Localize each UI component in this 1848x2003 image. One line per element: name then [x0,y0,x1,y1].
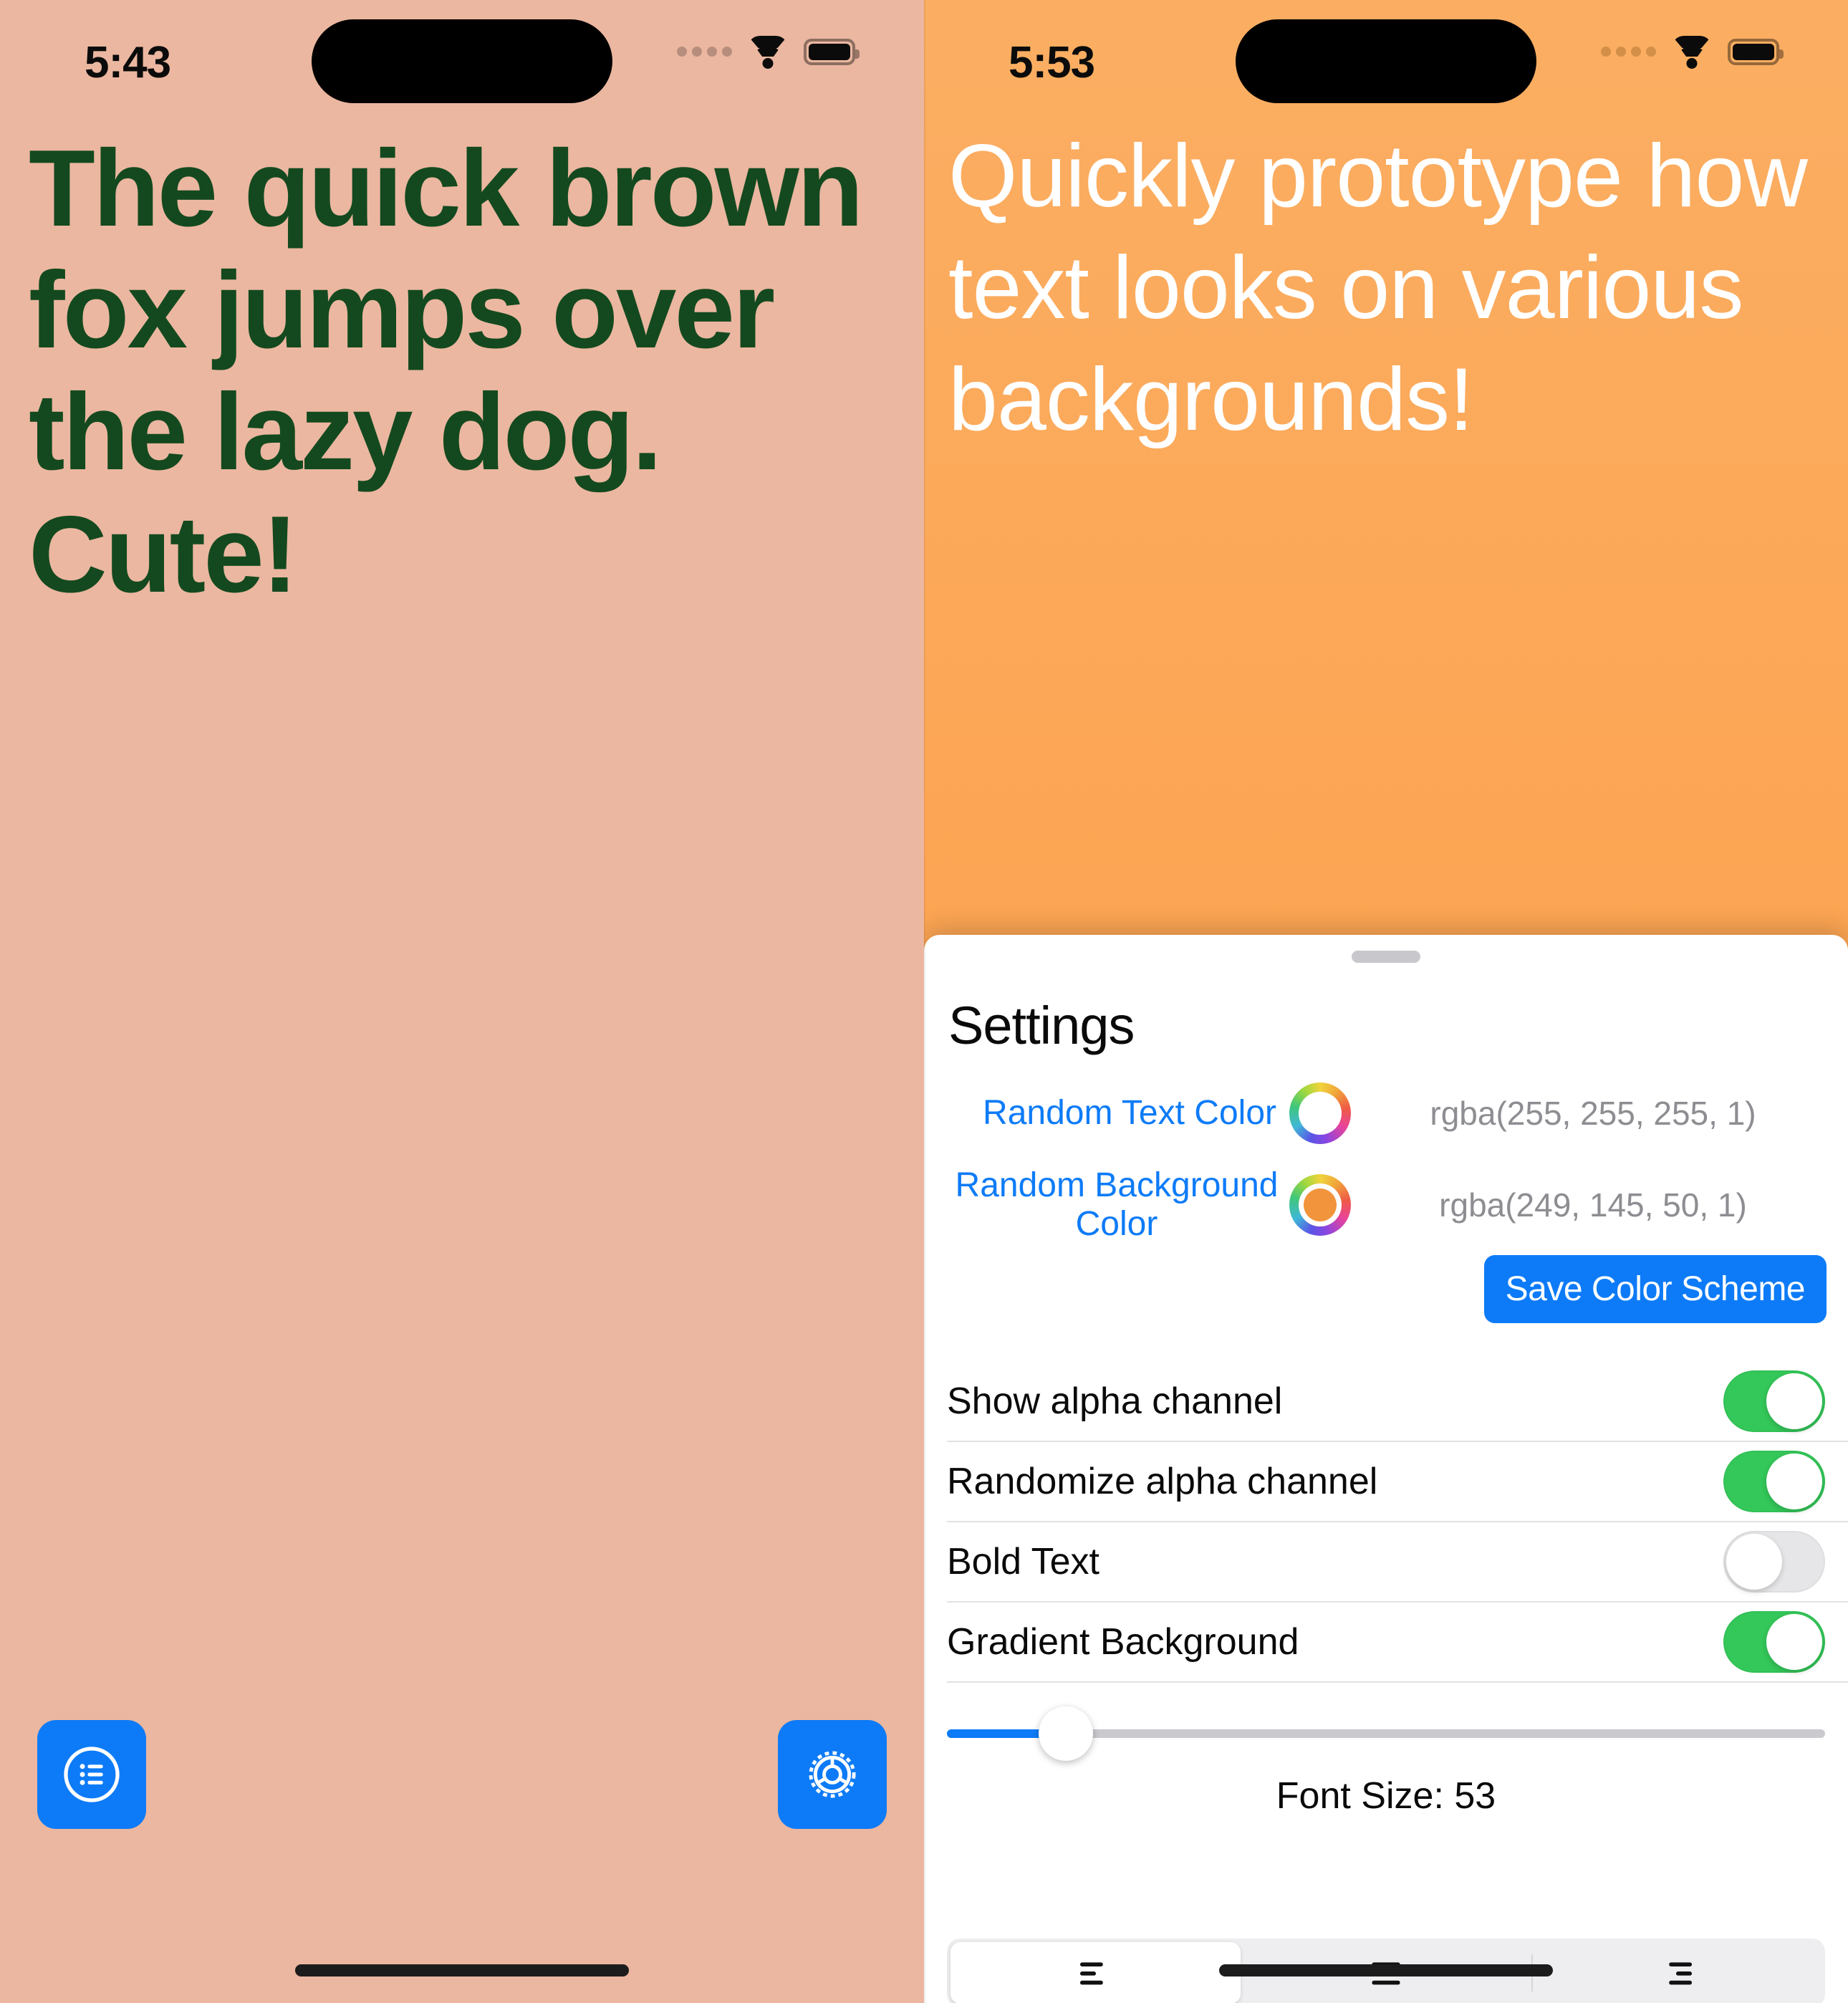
bold-text-toggle[interactable] [1723,1531,1825,1593]
battery-icon [804,38,860,65]
left-phone-screen: 5:43 The quick brown fox jumps over the … [0,0,924,2003]
save-color-scheme-button[interactable]: Save Color Scheme [1483,1255,1827,1323]
random-text-color-row: Random Text Color rgba(255, 255, 255, 1) [924,1067,1848,1159]
home-indicator-left [295,1964,629,1976]
wifi-icon [1672,36,1712,69]
toggle-label: Bold Text [947,1541,1099,1582]
page-title: Settings [948,996,1135,1055]
list-button[interactable] [37,1720,146,1829]
gear-icon [809,1751,856,1798]
list-bullet-circle-icon [64,1747,120,1802]
home-indicator-right [1219,1964,1553,1976]
status-bar-left: 5:43 [0,0,924,122]
wifi-icon [748,36,788,69]
battery-icon [1728,38,1784,65]
dual-phone-screenshot: 5:43 The quick brown fox jumps over the … [0,0,1848,2003]
text-align-left-icon [1079,1962,1103,1985]
slider-thumb[interactable] [1038,1706,1093,1761]
right-phone-screen: 5:53 Quickly prototype how text looks on… [924,0,1848,2003]
toggle-label: Randomize alpha channel [947,1461,1378,1502]
background-color-value: rgba(249, 145, 50, 1) [1439,1186,1747,1224]
toggle-label: Show alpha channel [947,1380,1283,1422]
text-align-right-icon [1669,1962,1693,1985]
status-bar-time: 5:53 [1009,38,1095,87]
font-size-label: Font Size: 53 [1276,1775,1496,1817]
toggle-label: Gradient Background [947,1621,1299,1663]
sample-text-left: The quick brown fox jumps over the lazy … [29,128,890,615]
dynamic-island [312,19,612,103]
gradient-background-toggle[interactable] [1723,1611,1825,1673]
toggle-row-bold-text: Bold Text [947,1522,1848,1603]
signal-dots-icon [1601,47,1656,57]
segment-align-right[interactable] [1531,1942,1821,2003]
randomize-alpha-channel-toggle[interactable] [1723,1451,1825,1512]
status-bar-indicators [677,36,860,69]
signal-dots-icon [677,47,732,57]
slider-track [947,1706,1825,1761]
status-bar-indicators [1601,36,1784,69]
drag-handle[interactable] [1352,951,1420,963]
screenshot-divider [924,0,925,2003]
font-size-slider[interactable] [947,1694,1825,1773]
text-color-value: rgba(255, 255, 255, 1) [1430,1095,1756,1132]
show-alpha-channel-toggle[interactable] [1723,1370,1825,1432]
status-bar-right: 5:53 [924,0,1848,122]
random-text-color-label[interactable]: Random Text Color [924,1094,1289,1133]
background-color-wheel-icon[interactable] [1289,1174,1351,1236]
dynamic-island [1236,19,1536,103]
toggle-row-gradient-background: Gradient Background [947,1603,1848,1683]
segment-align-left[interactable] [951,1942,1241,2003]
text-color-wheel-icon[interactable] [1289,1082,1351,1144]
toggle-row-show-alpha-channel: Show alpha channel [947,1362,1848,1442]
status-bar-time: 5:43 [85,38,171,87]
settings-sheet: Settings Random Text Color rgba(255, 255… [924,935,1848,2003]
random-background-color-label[interactable]: Random Background Color [924,1166,1289,1244]
sample-text-right: Quickly prototype how text looks on vari… [948,127,1832,450]
settings-button[interactable] [778,1720,887,1829]
toggle-row-randomize-alpha-channel: Randomize alpha channel [947,1442,1848,1522]
random-background-color-row: Random Background Color rgba(249, 145, 5… [924,1159,1848,1251]
